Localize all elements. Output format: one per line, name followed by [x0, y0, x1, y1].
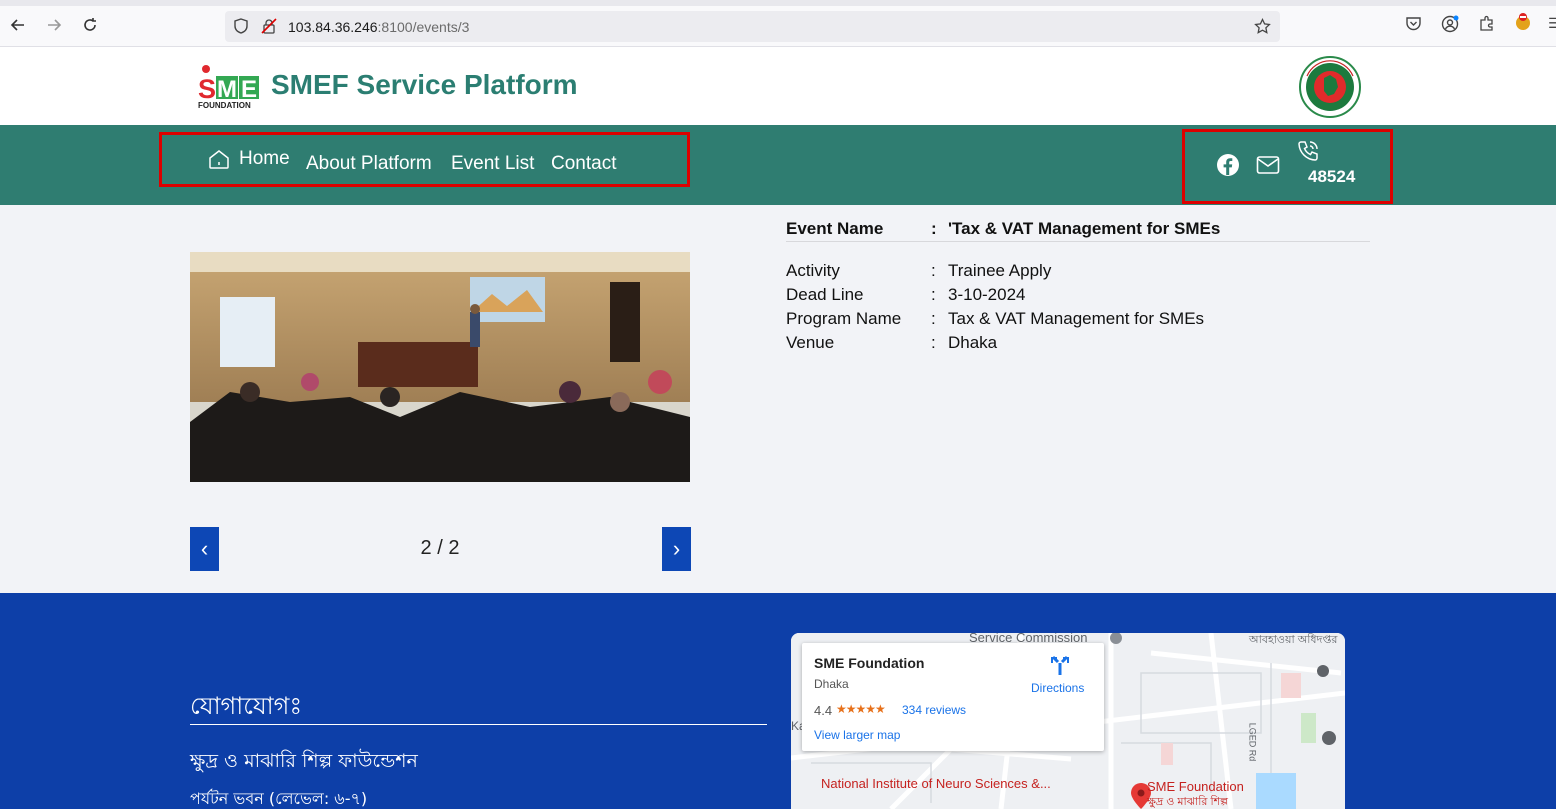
svg-text:E: E [241, 76, 257, 103]
bookmark-star-icon[interactable] [1254, 17, 1271, 40]
map-place-city: Dhaka [814, 677, 849, 691]
map-rating-stars: ★★★★★ [836, 702, 886, 716]
map-label-neuro: National Institute of Neuro Sciences &..… [821, 776, 1051, 791]
map-place-card: SME Foundation Dhaka 4.4 ★★★★★ 334 revie… [802, 643, 1104, 751]
event-detail-section: ‹ 2 / 2 › Event Name : 'Tax & VAT Manage… [0, 205, 1556, 593]
sme-foundation-logo[interactable]: S M E FOUNDATION [196, 65, 262, 110]
separator: : [931, 219, 937, 238]
detail-value: Trainee Apply [948, 261, 1052, 280]
nav-about-platform[interactable]: About Platform [306, 153, 432, 175]
address-line: পর্যটন ভবন (লেভেল: ৬-৭) [190, 789, 368, 808]
hotline-number[interactable]: 48524 [1308, 167, 1355, 187]
separator: : [931, 309, 936, 328]
map-label-road: LGED Rd [1247, 722, 1258, 762]
svg-text:S: S [198, 74, 216, 104]
extension-badge-icon[interactable] [1514, 12, 1532, 37]
slider-prev-button[interactable]: ‹ [190, 527, 219, 571]
directions-icon[interactable] [1049, 655, 1071, 682]
map-label-pin: SME Foundation [1147, 779, 1244, 794]
contact-highlight-box [1182, 129, 1393, 204]
view-larger-map-link[interactable]: View larger map [814, 728, 900, 742]
facebook-icon[interactable] [1216, 153, 1240, 183]
slide-counter: 2 / 2 [420, 537, 460, 559]
svg-text:M: M [217, 76, 237, 103]
divider [786, 241, 1370, 242]
url-text: 103.84.36.246:8100/events/3 [288, 19, 469, 35]
event-name-value: 'Tax & VAT Management for SMEs [948, 219, 1221, 238]
pocket-icon[interactable] [1405, 15, 1422, 37]
account-icon[interactable] [1441, 15, 1459, 38]
site-footer: যোগাযোগঃ ক্ষুদ্র ও মাঝারি শিল্প ফাউন্ডেশ… [0, 593, 1556, 809]
home-icon[interactable] [207, 147, 231, 177]
separator: : [931, 261, 936, 280]
detail-value: Dhaka [948, 333, 998, 352]
url-path: :8100/events/3 [377, 19, 470, 35]
event-name-label: Event Name [786, 219, 884, 238]
detail-label: Activity [786, 261, 840, 280]
site-title[interactable]: SMEF Service Platform [271, 69, 578, 101]
reload-icon[interactable] [80, 15, 100, 35]
contact-heading: যোগাযোগঃ [190, 692, 303, 720]
main-nav: Home About Platform Event List Contact 4… [0, 125, 1556, 205]
insecure-lock-icon[interactable] [261, 18, 277, 39]
extensions-icon[interactable] [1478, 15, 1495, 37]
government-seal-logo [1299, 56, 1361, 118]
event-photo [190, 252, 690, 482]
forward-icon[interactable] [44, 15, 64, 35]
separator: : [931, 285, 936, 304]
nav-event-list[interactable]: Event List [451, 153, 534, 175]
svg-text:FOUNDATION: FOUNDATION [198, 101, 251, 109]
map-rating: 4.4 [814, 703, 833, 718]
detail-value: Tax & VAT Management for SMEs [948, 309, 1205, 328]
address-bar[interactable]: 103.84.36.246:8100/events/3 [225, 11, 1280, 42]
back-icon[interactable] [8, 15, 28, 35]
site-header: S M E FOUNDATION SMEF Service Platform [0, 47, 1556, 125]
nav-home[interactable]: Home [239, 148, 290, 170]
detail-value: 3-10-2024 [948, 285, 1026, 304]
organization-name: ক্ষুদ্র ও মাঝারি শিল্প ফাউন্ডেশন [190, 750, 418, 772]
map-label-pin-sub: ক্ষুদ্র ও মাঝারি শিল্প [1147, 796, 1229, 808]
directions-link[interactable]: Directions [1031, 681, 1084, 695]
email-icon[interactable] [1256, 155, 1280, 181]
menu-icon[interactable]: ☰ [1548, 15, 1556, 32]
phone-icon[interactable] [1296, 139, 1320, 169]
map-place-name: SME Foundation [814, 655, 925, 671]
tab-strip [0, 0, 1556, 6]
nav-contact[interactable]: Contact [551, 153, 616, 175]
detail-label: Venue [786, 333, 835, 352]
detail-label: Dead Line [786, 285, 864, 304]
footer-divider [190, 724, 767, 725]
url-host: 103.84.36.246 [288, 19, 378, 35]
slider-next-button[interactable]: › [662, 527, 691, 571]
separator: : [931, 333, 936, 352]
map-label-weather: আবহাওয়া অধিদপ্তর [1249, 634, 1338, 646]
detail-label: Program Name [786, 309, 902, 328]
google-map-embed[interactable]: Service Commission National Institute of… [791, 633, 1345, 809]
browser-toolbar: 103.84.36.246:8100/events/3 ☰ [0, 0, 1556, 47]
shield-icon[interactable] [233, 18, 249, 39]
map-reviews-link[interactable]: 334 reviews [902, 703, 966, 717]
